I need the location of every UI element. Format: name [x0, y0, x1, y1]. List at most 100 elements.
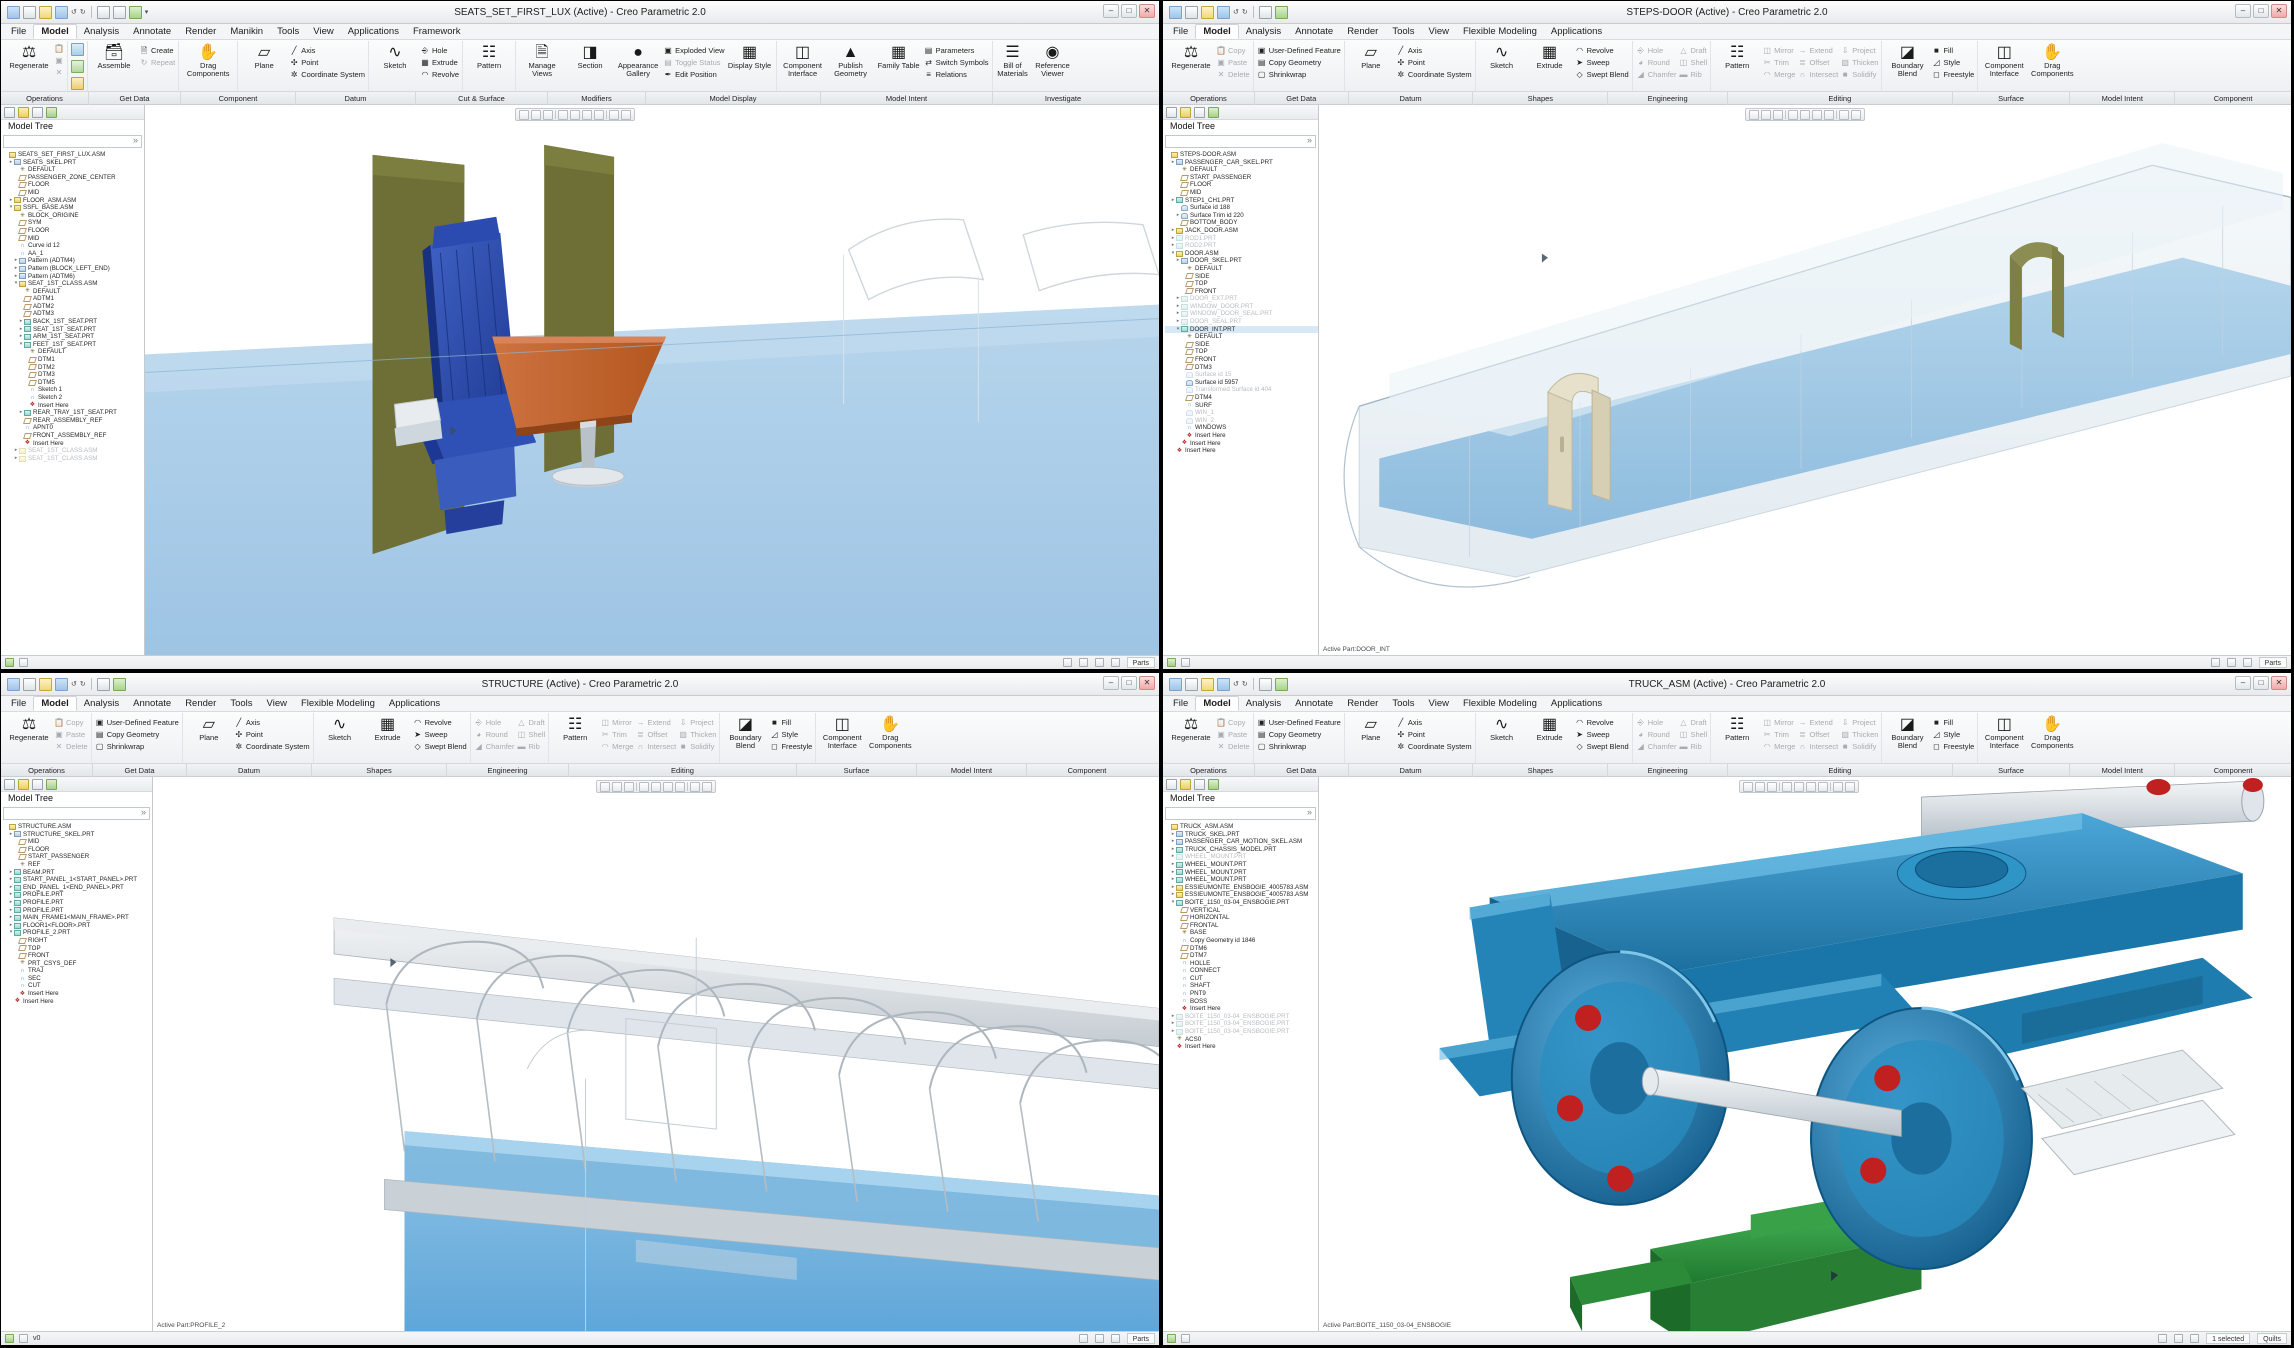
window-controls-truck[interactable]: – □ ✕: [2235, 676, 2287, 690]
tree-node[interactable]: ▸ BOITE_1150_03-04_ENSBOGIE.PRT: [1165, 1013, 1318, 1021]
rtab-get-data[interactable]: Get Data: [1255, 91, 1349, 105]
shell-button[interactable]: ◫ Shell: [516, 729, 545, 740]
display-icon[interactable]: [1194, 106, 1205, 118]
switch-symbols-button[interactable]: ⇄ Switch Symbols: [924, 57, 988, 68]
chevron-down-icon[interactable]: ▾: [145, 8, 149, 16]
datum-planes-display-icon[interactable]: [1788, 109, 1798, 120]
component-interface-button[interactable]: ◫ Component Interface: [819, 714, 865, 750]
extrude-button[interactable]: ▦ Extrude: [1527, 714, 1573, 742]
tree-node[interactable]: ▸ PROFILE.PRT: [3, 907, 152, 915]
new-icon[interactable]: [1169, 5, 1182, 19]
tree-node[interactable]: ▸ PROFILE.PRT: [3, 899, 152, 907]
rib-button[interactable]: ▬ Rib: [516, 741, 545, 752]
tree-node[interactable]: ADTM1: [3, 295, 144, 303]
filter-icon[interactable]: [1208, 106, 1219, 118]
pan-icon[interactable]: [1078, 658, 1088, 667]
tree-node[interactable]: ▾ SSFL_BASE.ASM: [3, 204, 144, 212]
shrinkwrap-icon[interactable]: [71, 77, 84, 90]
sketch-button[interactable]: ∿ Sketch: [1479, 714, 1525, 742]
tree-node[interactable]: ▸ BOITE_1150_03-04_ENSBOGIE.PRT: [1165, 1028, 1318, 1036]
tree-node[interactable]: ∩ SHAFT: [1165, 982, 1318, 990]
redo-icon[interactable]: ↻: [1242, 8, 1248, 16]
rtab-editing[interactable]: Editing: [1728, 763, 1953, 777]
revolve-button[interactable]: ◠ Revolve: [420, 69, 459, 80]
window-controls[interactable]: – □ ✕: [1103, 4, 1155, 18]
tree-node[interactable]: ∩ BOSS: [1165, 998, 1318, 1006]
draft-button[interactable]: △ Draft: [1678, 45, 1707, 56]
tree-toolbar[interactable]: [1, 105, 144, 120]
window-controls-steps[interactable]: – □ ✕: [2235, 4, 2287, 18]
extend-button[interactable]: → Extend: [635, 717, 676, 728]
tree-node[interactable]: ▾ SEAT_1ST_CLASS.ASM: [3, 280, 144, 288]
tree-node[interactable]: ✳ BLOCK_ORIGINE: [3, 212, 144, 220]
quick-access-toolbar-steps[interactable]: ↺ ↻: [1163, 5, 1288, 19]
close-button[interactable]: ✕: [1139, 4, 1155, 18]
tree-node[interactable]: REAR_ASSEMBLY_REF: [3, 417, 144, 425]
tree-node[interactable]: TOP: [3, 945, 152, 953]
delete-button[interactable]: ✕ Delete: [1216, 741, 1250, 752]
filter-icon[interactable]: [46, 106, 57, 118]
tree-node[interactable]: ▸ DOOR_SKEL.PRT: [1165, 257, 1318, 265]
ribbon-seats[interactable]: ⚖ Regenerate 📋 ▣ ✕ �: [1, 40, 1159, 92]
swept-blend-button[interactable]: ◇ Swept Blend: [1575, 741, 1629, 752]
rtab-get-data[interactable]: Get Data: [89, 91, 181, 105]
redo-icon[interactable]: ↻: [80, 8, 86, 16]
tree-node[interactable]: ❖ Insert Here: [3, 998, 152, 1006]
refit-icon[interactable]: [600, 781, 610, 792]
message-log-icon[interactable]: [1167, 658, 1176, 667]
tree-node[interactable]: STRUCTURE.ASM: [3, 823, 152, 831]
creo-window-seats[interactable]: ↺ ↻ ▾ SEATS_SET_FIRST_LUX (Active) - Cre…: [0, 0, 1160, 670]
model-tree-pane-steps[interactable]: Model Tree STEPS-DOOR.ASM▸PASSENGER_CAR_…: [1163, 105, 1319, 655]
minimize-button[interactable]: –: [2235, 676, 2251, 690]
swept-blend-button[interactable]: ◇ Swept Blend: [413, 741, 467, 752]
tree-node[interactable]: ∩ PNT9: [1165, 990, 1318, 998]
tree-node[interactable]: Surface id 15: [1165, 371, 1318, 379]
rtab-component[interactable]: Component: [181, 91, 296, 105]
tree-node[interactable]: TOP: [1165, 348, 1318, 356]
toggle-status-button[interactable]: ▤ Toggle Status: [663, 57, 724, 68]
copy-button[interactable]: 📋: [54, 43, 64, 54]
tree-node[interactable]: ▾ BOITE_1150_03-04_ENSBOGIE.PRT: [1165, 899, 1318, 907]
display-style-view-icon[interactable]: [1839, 109, 1849, 120]
point-button[interactable]: ✣ Point: [1396, 57, 1472, 68]
tree-toolbar-truck[interactable]: [1163, 777, 1318, 792]
display-style-view-icon[interactable]: [690, 781, 700, 792]
shrinkwrap-button[interactable]: ▢ Shrinkwrap: [1257, 69, 1341, 80]
regenerate-qat-icon[interactable]: [1258, 5, 1272, 19]
undo-icon[interactable]: ↺: [71, 680, 77, 688]
menu-file[interactable]: File: [1166, 697, 1195, 710]
close-button[interactable]: ✕: [2271, 676, 2287, 690]
zoom-in-icon[interactable]: [612, 781, 622, 792]
close-qat-icon[interactable]: [112, 677, 126, 691]
tree-node[interactable]: ✳ DEFAULT: [1165, 333, 1318, 341]
menu-analysis[interactable]: Analysis: [77, 697, 126, 710]
menu-view[interactable]: View: [1422, 697, 1456, 710]
tree-node[interactable]: ▸ Surface Trim id 220: [1165, 212, 1318, 220]
undo-icon[interactable]: ↺: [1233, 8, 1239, 16]
graphics-toolbar-seats[interactable]: [515, 108, 635, 121]
tree-node[interactable]: FLOOR: [1165, 181, 1318, 189]
settings-icon[interactable]: [1180, 778, 1191, 790]
tree-node[interactable]: ▾ PROFILE_2.PRT: [3, 929, 152, 937]
tree-node[interactable]: ▸ TRUCK_SKEL.PRT: [1165, 831, 1318, 839]
draft-button[interactable]: △ Draft: [1678, 717, 1707, 728]
refit-icon[interactable]: [1749, 109, 1759, 120]
filter-icon[interactable]: [46, 778, 57, 790]
extend-button[interactable]: → Extend: [1797, 717, 1838, 728]
selection-filter-dropdown[interactable]: Parts: [1126, 657, 1155, 668]
tree-node[interactable]: DTM6: [1165, 945, 1318, 953]
tree-node[interactable]: SYM: [3, 219, 144, 227]
bom-button[interactable]: ☰ Bill of Materials: [996, 42, 1030, 78]
redo-icon[interactable]: ↻: [80, 680, 86, 688]
pattern-button[interactable]: ☷ Pattern: [1714, 714, 1760, 742]
rtab-get-data[interactable]: Get Data: [1255, 763, 1349, 777]
tree-node[interactable]: ▸ ESSIEUMONTE_ENSBOGIE_4005783.ASM: [1165, 884, 1318, 892]
open-icon[interactable]: [23, 5, 36, 19]
filter-icon[interactable]: [1208, 778, 1219, 790]
show-tree-icon[interactable]: [1166, 778, 1177, 790]
axis-button[interactable]: ╱ Axis: [1396, 717, 1472, 728]
model-tree-pane-truck[interactable]: Model Tree TRUCK_ASM.ASM▸TRUCK_SKEL.PRT▸…: [1163, 777, 1319, 1331]
rtab-surface[interactable]: Surface: [1953, 91, 2071, 105]
rtab-datum[interactable]: Datum: [1349, 91, 1474, 105]
component-interface-button[interactable]: ◫ Component Interface: [1981, 42, 2027, 78]
